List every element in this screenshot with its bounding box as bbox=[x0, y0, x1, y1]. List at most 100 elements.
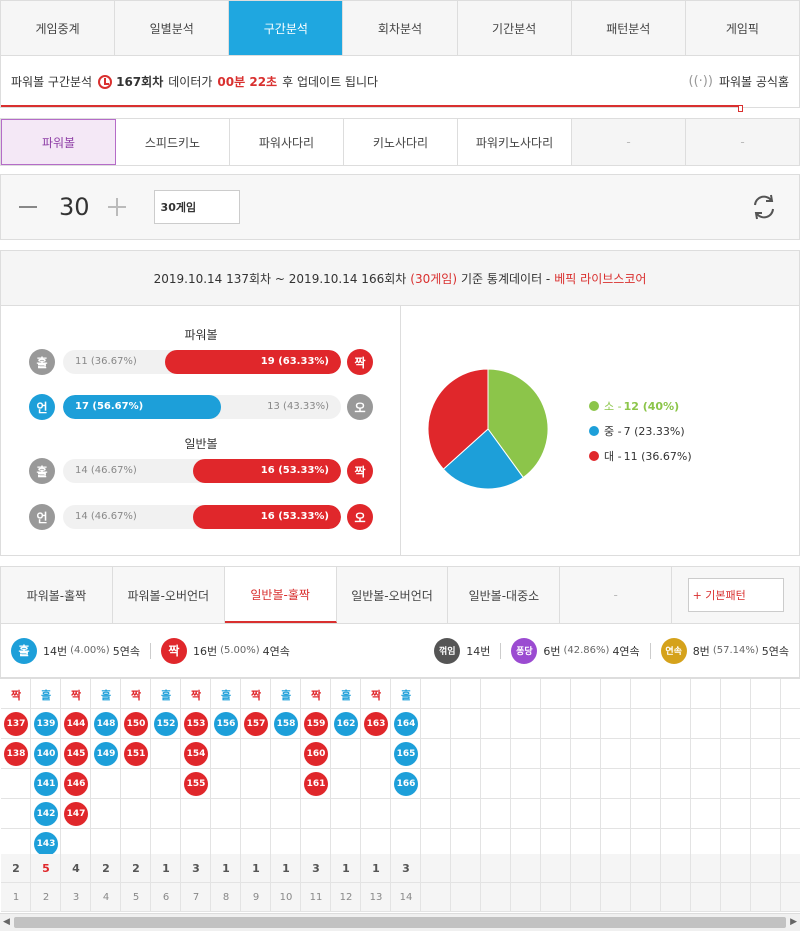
column-index: 8 bbox=[222, 892, 230, 903]
main-tab[interactable]: 일별분석 bbox=[115, 1, 230, 55]
grid-cell bbox=[571, 739, 601, 769]
column-count: 5 bbox=[42, 862, 50, 875]
round-ball: 143 bbox=[34, 832, 58, 856]
column-index: 9 bbox=[252, 892, 260, 903]
grid-cell bbox=[451, 739, 481, 769]
grid-cell bbox=[571, 799, 601, 829]
legend-dot-icon bbox=[589, 401, 599, 411]
round-ball: 161 bbox=[304, 772, 328, 796]
column-index: 6 bbox=[162, 892, 170, 903]
left-stat-label: 17 (56.67%) bbox=[75, 401, 144, 412]
grid-cell bbox=[481, 739, 511, 769]
column-header: 홀 bbox=[40, 689, 52, 702]
pong-streak: 4연속 bbox=[612, 644, 640, 658]
main-tab[interactable]: 회차분석 bbox=[343, 1, 458, 55]
round-ball: 150 bbox=[124, 712, 148, 736]
pattern-tab[interactable]: 일반볼-홀짝 bbox=[224, 567, 337, 623]
pattern-tab[interactable]: 파워볼-오버언더 bbox=[113, 567, 225, 623]
grid-cell bbox=[601, 769, 631, 799]
column-header: 짝 bbox=[190, 689, 202, 702]
main-tab[interactable]: 게임중계 bbox=[1, 1, 116, 55]
round-ball: 142 bbox=[34, 802, 58, 826]
even-pct: (5.00%) bbox=[220, 645, 260, 656]
grid-cell bbox=[121, 769, 151, 799]
game-tab[interactable]: 키노사다리 bbox=[344, 119, 458, 165]
grid-cell bbox=[241, 799, 271, 829]
column-count: 2 bbox=[132, 862, 140, 875]
column-count: 3 bbox=[402, 862, 410, 875]
pattern-info: 홀 14번 (4.00%) 5연속 짝 16번 (5.00%) 4연속 꺾임 1… bbox=[0, 624, 800, 678]
divider bbox=[149, 642, 151, 659]
game-tab[interactable]: 파워볼 bbox=[1, 119, 116, 165]
main-tab[interactable]: 기간분석 bbox=[458, 1, 572, 55]
round-ball: 154 bbox=[184, 742, 208, 766]
stat-bar: 11 (36.67%) 19 (63.33%) bbox=[63, 350, 341, 374]
grid-cell bbox=[271, 769, 301, 799]
grid-cell bbox=[661, 679, 691, 709]
game-tab: - bbox=[686, 119, 799, 165]
grid-cell bbox=[211, 739, 241, 769]
main-tab[interactable]: 구간분석 bbox=[229, 1, 344, 55]
grid-cell bbox=[481, 709, 511, 739]
pie-chart bbox=[427, 368, 549, 490]
minus-button[interactable] bbox=[19, 206, 37, 208]
pattern-tab[interactable]: 파워볼-홀짝 bbox=[1, 567, 113, 623]
stat-row: 홀 11 (36.67%) 19 (63.33%) 짝 bbox=[29, 349, 375, 375]
game-tab[interactable]: 파워키노사다리 bbox=[458, 119, 572, 165]
game-tab[interactable]: 스피드키노 bbox=[116, 119, 230, 165]
continuous-icon: 연속 bbox=[660, 637, 687, 664]
scroll-thumb[interactable] bbox=[14, 917, 786, 928]
legend-category: 소 - bbox=[604, 400, 622, 413]
round-ball: 141 bbox=[34, 772, 58, 796]
round-ball: 164 bbox=[394, 712, 418, 736]
grid-cell bbox=[301, 799, 331, 829]
legend-dot-icon bbox=[589, 451, 599, 461]
footer-cell bbox=[451, 854, 481, 883]
grid-cell bbox=[361, 739, 391, 769]
right-stat-label: 19 (63.33%) bbox=[260, 356, 329, 367]
pattern-tab[interactable]: 일반볼-오버언더 bbox=[337, 567, 449, 623]
column-header: 짝 bbox=[130, 689, 142, 702]
column-header: 홀 bbox=[280, 689, 292, 702]
column-header: 짝 bbox=[370, 689, 382, 702]
grid-cell bbox=[181, 799, 211, 829]
round-ball: 151 bbox=[124, 742, 148, 766]
grid-cell bbox=[421, 799, 451, 829]
round-ball: 157 bbox=[244, 712, 268, 736]
main-tab[interactable]: 게임픽 bbox=[686, 1, 799, 55]
grid-cell bbox=[271, 739, 301, 769]
game-count-select[interactable]: 30게임 bbox=[153, 190, 240, 224]
grid-cell bbox=[691, 679, 721, 709]
footer-cell bbox=[661, 883, 691, 912]
main-tab[interactable]: 패턴분석 bbox=[572, 1, 686, 55]
pattern-footer: 2 5 4 2 2 1 3 1 1 1 3 1 1 3 1 2 3 4 5 6 7 8 9 10 11 12 13 14 bbox=[0, 854, 800, 913]
column-header: 홀 bbox=[400, 689, 412, 702]
grid-cell bbox=[91, 769, 121, 799]
grid-cell bbox=[511, 679, 541, 709]
cont-pct: (57.14%) bbox=[712, 645, 759, 656]
game-tab[interactable]: 파워사다리 bbox=[230, 119, 344, 165]
refresh-icon[interactable] bbox=[751, 193, 777, 221]
notice-mid: 데이터가 bbox=[168, 75, 213, 89]
horizontal-scrollbar[interactable]: ◀ ▶ bbox=[0, 913, 800, 931]
footer-cell bbox=[721, 883, 751, 912]
footer-cell bbox=[691, 883, 721, 912]
pong-pct: (42.86%) bbox=[563, 645, 610, 656]
scroll-right-icon[interactable]: ▶ bbox=[790, 917, 797, 927]
official-site-link[interactable]: ((·)) 파워볼 공식홈 bbox=[689, 73, 789, 90]
divider bbox=[649, 642, 651, 659]
pattern-tab[interactable]: 일반볼-대중소 bbox=[448, 567, 561, 623]
column-header: 짝 bbox=[310, 689, 322, 702]
scroll-left-icon[interactable]: ◀ bbox=[3, 917, 10, 927]
grid-cell bbox=[751, 769, 781, 799]
break-icon: 꺾임 bbox=[434, 637, 461, 664]
plus-button[interactable] bbox=[107, 198, 126, 216]
grid-cell bbox=[691, 739, 721, 769]
even-icon: 짝 bbox=[160, 637, 187, 664]
round-ball: 140 bbox=[34, 742, 58, 766]
notice-suffix: 후 업데이트 됩니다 bbox=[282, 75, 379, 89]
grid-cell bbox=[571, 679, 601, 709]
round-ball: 162 bbox=[334, 712, 358, 736]
pattern-tabs: 파워볼-홀짝 파워볼-오버언더 일반볼-홀짝 일반볼-오버언더 일반볼-대중소 - + 기본… bbox=[0, 566, 800, 624]
basic-pattern-button[interactable]: + 기본패턴 bbox=[687, 578, 784, 612]
